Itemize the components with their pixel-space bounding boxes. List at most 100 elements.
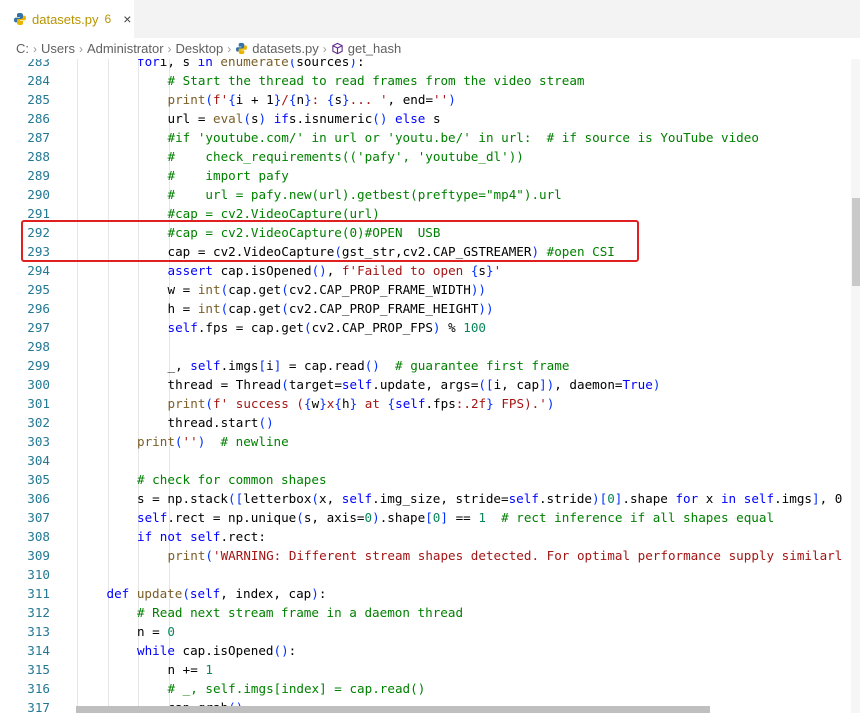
- code-token: cv2.CAP_PROP_FRAME_WIDTH: [288, 282, 471, 297]
- code-token: ==: [447, 510, 479, 525]
- code-token: .fps: [425, 396, 456, 411]
- code-token: # Read next stream frame in a daemon thr…: [137, 605, 464, 620]
- code-line[interactable]: 289 # import pafy: [0, 166, 860, 185]
- code-editor[interactable]: 283 fori, s in enumerate(sources): 284 # St…: [0, 59, 860, 713]
- code-token: assert: [167, 263, 214, 278]
- code-token: else: [387, 111, 426, 126]
- code-token: i, s: [159, 59, 198, 69]
- breadcrumb-item-administrator[interactable]: Administrator: [87, 41, 164, 56]
- code-token: f' success (: [213, 396, 305, 411]
- code-line[interactable]: 310: [0, 565, 860, 584]
- code-line[interactable]: 294 assert cap.isOpened(), f'Failed to op…: [0, 261, 860, 280]
- code-line[interactable]: 311 def update(self, index, cap):: [0, 584, 860, 603]
- breadcrumb-item-symbol[interactable]: get_hash: [348, 41, 402, 56]
- python-file-icon: [13, 12, 27, 26]
- horizontal-scrollbar-thumb[interactable]: [76, 706, 710, 713]
- code-token: :.2f: [455, 396, 487, 411]
- code-line[interactable]: 303 print('') # newline: [0, 432, 860, 451]
- code-token: n +=: [167, 662, 206, 677]
- code-line[interactable]: 296 h = int(cap.get(cv2.CAP_PROP_FRAME_HE…: [0, 299, 860, 318]
- line-number: 285: [27, 92, 50, 107]
- line-number: 313: [27, 624, 50, 639]
- line-number: 284: [27, 73, 50, 88]
- code-line[interactable]: 285 print(f'{i + 1}/{n}: {s}... ', end=''…: [0, 90, 860, 109]
- highlight-box-annotation: [21, 220, 639, 262]
- code-token: self: [743, 491, 775, 506]
- close-icon[interactable]: ×: [123, 12, 131, 26]
- code-line[interactable]: 304: [0, 451, 860, 470]
- line-number: 306: [27, 491, 50, 506]
- chevron-right-icon: ›: [78, 41, 83, 56]
- code-token: for: [137, 59, 160, 69]
- code-token: (: [281, 301, 289, 316]
- code-token: ): [311, 586, 319, 601]
- code-line[interactable]: 306 s = np.stack([letterbox(x, self.img_s…: [0, 489, 860, 508]
- code-line[interactable]: 286 url = eval(s) ifs.isnumeric() else s: [0, 109, 860, 128]
- code-token: )): [478, 301, 494, 316]
- code-line[interactable]: 287 #if 'youtube.com/' in url or 'youtu.b…: [0, 128, 860, 147]
- code-token: thread = Thread: [167, 377, 282, 392]
- code-line[interactable]: 300 thread = Thread(target=self.update, a…: [0, 375, 860, 394]
- code-line[interactable]: 316 # _, self.imgs[index] = cap.read(): [0, 679, 860, 698]
- code-token: (: [296, 510, 304, 525]
- code-token: _,: [167, 358, 191, 373]
- code-token: (): [364, 358, 380, 373]
- code-token: ]: [812, 491, 820, 506]
- code-token: if: [266, 111, 289, 126]
- code-token: # check for common shapes: [137, 472, 327, 487]
- editor-tab-bar: datasets.py 6 ×: [0, 0, 860, 38]
- line-number: 290: [27, 187, 50, 202]
- code-token: }: [342, 92, 350, 107]
- code-line[interactable]: 315 n += 1: [0, 660, 860, 679]
- line-number: 315: [27, 662, 50, 677]
- code-line[interactable]: 302 thread.start(): [0, 413, 860, 432]
- code-token: 0: [607, 491, 615, 506]
- code-line[interactable]: 299 _, self.imgs[i] = cap.read() # guaran…: [0, 356, 860, 375]
- code-token: , end=: [387, 92, 434, 107]
- breadcrumb-item-drive[interactable]: C:: [16, 41, 29, 56]
- code-line[interactable]: 314 while cap.isOpened():: [0, 641, 860, 660]
- code-line[interactable]: 295 w = int(cap.get(cv2.CAP_PROP_FRAME_WI…: [0, 280, 860, 299]
- code-line[interactable]: 284 # Start the thread to read frames fro…: [0, 71, 860, 90]
- code-line[interactable]: 297 self.fps = cap.get(cv2.CAP_PROP_FPS) …: [0, 318, 860, 337]
- code-line[interactable]: 305 # check for common shapes: [0, 470, 860, 489]
- line-number: 287: [27, 130, 50, 145]
- code-line[interactable]: 313 n = 0: [0, 622, 860, 641]
- code-line[interactable]: 308 if not self.rect:: [0, 527, 860, 546]
- code-token: ): [432, 320, 441, 335]
- line-number: 301: [27, 396, 50, 411]
- code-line[interactable]: 301 print(f' success ({w}x{h} at {self.fp…: [0, 394, 860, 413]
- code-token: enumerate: [212, 59, 289, 69]
- code-token: self: [341, 491, 373, 506]
- breadcrumb-item-file[interactable]: datasets.py: [252, 41, 319, 56]
- tab-datasets-py[interactable]: datasets.py 6 ×: [0, 0, 134, 38]
- code-line[interactable]: 290 # url = pafy.new(url).getbest(preftyp…: [0, 185, 860, 204]
- code-line[interactable]: 298: [0, 337, 860, 356]
- vertical-scrollbar-track[interactable]: [851, 59, 860, 713]
- code-token: :: [288, 643, 297, 658]
- code-token: n =: [137, 624, 168, 639]
- breadcrumb-item-desktop[interactable]: Desktop: [176, 41, 224, 56]
- code-token: ... ': [349, 92, 388, 107]
- code-line[interactable]: 309 print('WARNING: Different stream shap…: [0, 546, 860, 565]
- code-line[interactable]: 288 # check_requirements(('pafy', 'youtub…: [0, 147, 860, 166]
- line-number: 297: [27, 320, 50, 335]
- code-token: in: [197, 59, 213, 69]
- code-token: s, axis=: [303, 510, 365, 525]
- code-token: (: [304, 320, 312, 335]
- python-file-icon: [235, 42, 248, 55]
- code-line[interactable]: 307 self.rect = np.unique(s, axis=0).shap…: [0, 508, 860, 527]
- code-line[interactable]: 312 # Read next stream frame in a daemon …: [0, 603, 860, 622]
- code-token: if: [137, 529, 153, 544]
- vertical-scrollbar-thumb[interactable]: [852, 198, 860, 286]
- code-token: self: [189, 586, 221, 601]
- code-text: thread = Thread(target=self.update, args…: [168, 375, 661, 394]
- code-token: cv2.CAP_PROP_FPS: [311, 320, 433, 335]
- code-line[interactable]: 283 fori, s in enumerate(sources):: [0, 59, 860, 71]
- line-number: 283: [27, 59, 50, 69]
- code-token: (): [258, 415, 274, 430]
- code-text: print('') # newline: [137, 432, 289, 451]
- breadcrumb-item-users[interactable]: Users: [41, 41, 75, 56]
- code-token: , 0: [819, 491, 843, 506]
